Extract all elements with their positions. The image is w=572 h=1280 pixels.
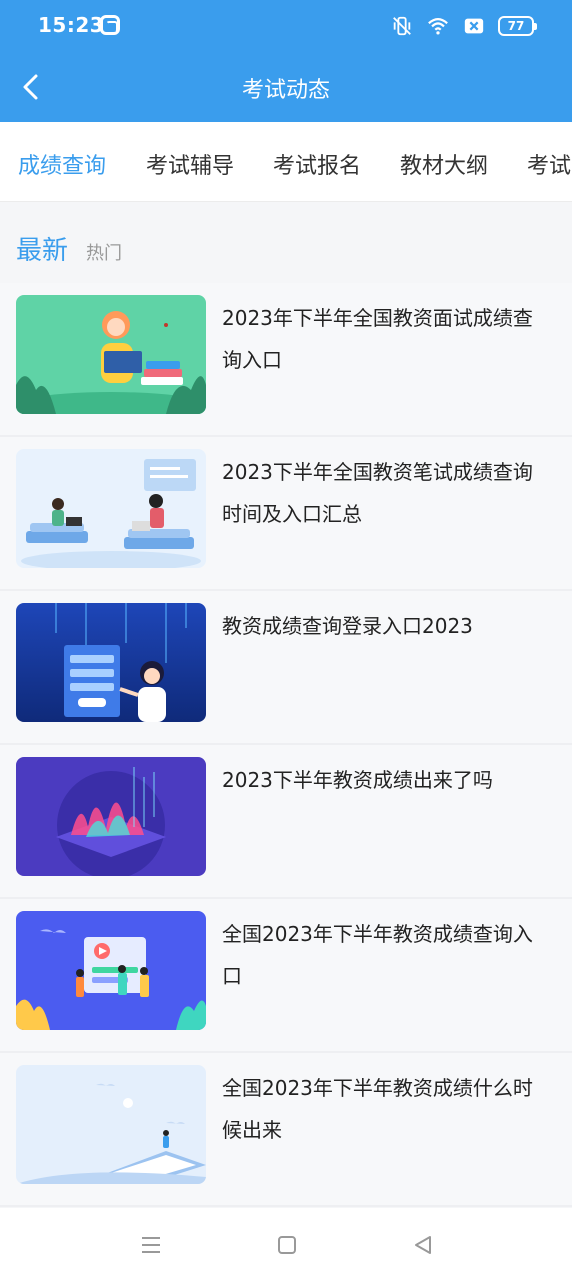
sort-latest-tab[interactable]: 最新 [16, 230, 68, 267]
system-navigation-bar [0, 1208, 572, 1280]
article-title: 全国2023年下半年教资成绩什么时候出来 [222, 1076, 533, 1142]
article-list: 2023年下半年全国教资面试成绩查询入口 2023下半年全国教资笔试成绩查询时间… [0, 283, 572, 1207]
tab-textbook-syllabus[interactable]: 教材大纲 [400, 148, 488, 180]
sim-off-icon [464, 18, 484, 34]
battery-icon: 77 [498, 16, 537, 36]
article-title: 2023下半年教资成绩出来了吗 [222, 768, 493, 792]
tab-score-query[interactable]: 成绩查询 [18, 148, 106, 180]
article-title: 教资成绩查询登录入口2023 [222, 614, 473, 638]
woman-with-login-screen-illustration [16, 603, 206, 722]
menu-icon[interactable] [138, 1232, 164, 1258]
tab-exam-registration[interactable]: 考试报名 [273, 148, 361, 180]
people-with-laptops-on-books-illustration [16, 449, 206, 568]
app-notification-icon [100, 15, 120, 35]
status-time: 15:23 [38, 13, 105, 37]
back-triangle-icon[interactable] [410, 1232, 436, 1258]
status-bar: 15:23 77 [0, 0, 572, 52]
tab-exam-more[interactable]: 考试 [527, 148, 571, 180]
data-chart-platform-illustration [16, 757, 206, 876]
article-item[interactable]: 全国2023年下半年教资成绩什么时候出来 [0, 1053, 572, 1207]
article-item[interactable]: 2023年下半年全国教资面试成绩查询入口 [0, 283, 572, 437]
article-item[interactable]: 2023下半年全国教资笔试成绩查询时间及入口汇总 [0, 437, 572, 591]
sort-hot-tab[interactable]: 热门 [86, 239, 122, 265]
people-with-video-board-illustration [16, 911, 206, 1030]
woman-reading-book-illustration [16, 295, 206, 414]
category-tabs: 成绩查询 考试辅导 考试报名 教材大纲 考试 [0, 122, 572, 202]
sort-switch: 最新 热门 [0, 202, 572, 288]
status-icons: 77 [390, 14, 537, 38]
nav-bar: 考试动态 [0, 52, 572, 122]
article-title: 全国2023年下半年教资成绩查询入口 [222, 922, 533, 988]
article-title: 2023下半年全国教资笔试成绩查询时间及入口汇总 [222, 460, 533, 526]
mute-vibrate-icon [393, 16, 411, 36]
article-title: 2023年下半年全国教资面试成绩查询入口 [222, 306, 533, 372]
home-square-icon[interactable] [274, 1232, 300, 1258]
article-item[interactable]: 教资成绩查询登录入口2023 [0, 591, 572, 745]
top-app-bar: 15:23 77 考试动态 [0, 0, 572, 122]
tab-exam-tutoring[interactable]: 考试辅导 [146, 148, 234, 180]
article-item[interactable]: 全国2023年下半年教资成绩查询入口 [0, 899, 572, 1053]
person-on-open-book-illustration [16, 1065, 206, 1184]
article-item[interactable]: 2023下半年教资成绩出来了吗 [0, 745, 572, 899]
page-title: 考试动态 [241, 78, 330, 103]
wifi-icon [428, 18, 448, 35]
